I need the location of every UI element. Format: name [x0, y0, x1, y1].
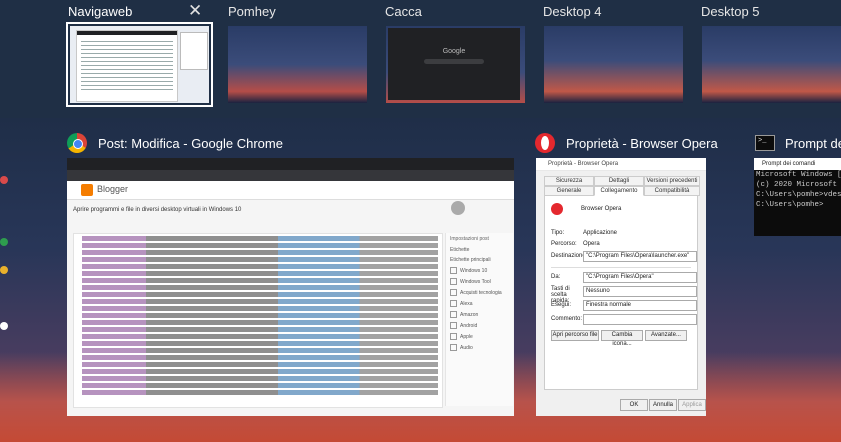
thumb-window	[76, 30, 178, 102]
hotkey-field[interactable]: Nessuno	[583, 286, 697, 297]
desktop-label-1[interactable]: Navigaweb	[68, 4, 132, 19]
cmd-window-title[interactable]: Prompt de	[785, 136, 841, 151]
open-location-button[interactable]: Apri percorso file	[551, 330, 599, 341]
checkbox-icon	[450, 300, 457, 307]
checkbox-icon	[450, 333, 457, 340]
checkbox-icon	[450, 322, 457, 329]
desktop-label-2[interactable]: Pomhey	[228, 4, 276, 19]
html-editor	[73, 233, 443, 408]
settings-title: Impostazioni post	[450, 236, 489, 242]
post-title: Aprire programmi e file in diversi deskt…	[73, 207, 242, 213]
advanced-button[interactable]: Avanzate...	[645, 330, 687, 341]
checkbox-icon	[450, 344, 457, 351]
tab-versioni[interactable]: Versioni precedenti	[644, 176, 700, 186]
desktop-label-3[interactable]: Cacca	[385, 4, 422, 19]
edge-app-icon	[0, 176, 8, 184]
chrome-window-thumbnail[interactable]: Blogger Aprire programmi e file in diver…	[67, 158, 514, 416]
target-label: Destinazione:	[551, 253, 588, 259]
desktop-label-5[interactable]: Desktop 5	[701, 4, 760, 19]
desktop-thumbnail-5[interactable]	[702, 26, 841, 103]
checkbox-icon	[450, 267, 457, 274]
publish-button	[451, 201, 465, 215]
checkbox-icon	[450, 289, 457, 296]
cmd-line: (c) 2020 Microsoft Co	[756, 181, 838, 189]
run-select[interactable]: Finestra normale	[583, 300, 697, 311]
shortcut-panel: Browser Opera Tipo: Applicazione Percors…	[544, 195, 698, 390]
tab-dettagli[interactable]: Dettagli	[594, 176, 644, 186]
label-item: Audio	[446, 342, 513, 353]
label-item: Windows 10	[446, 265, 513, 276]
edge-app-icon	[0, 238, 8, 246]
label-item: Apple	[446, 331, 513, 342]
label-item: Amazon	[446, 309, 513, 320]
desktop-thumbnail-1[interactable]	[66, 22, 213, 107]
edge-app-icon	[0, 322, 8, 330]
virtual-desktop-strip: Navigaweb ✕ Pomhey Cacca Desktop 4 Deskt…	[0, 0, 841, 118]
cancel-button[interactable]: Annulla	[649, 399, 677, 411]
type-value: Applicazione	[583, 230, 618, 236]
dialog-tabs: Sicurezza Dettagli Versioni precedenti G…	[544, 176, 700, 196]
blogger-app-name: Blogger	[97, 184, 129, 194]
run-label: Esegui:	[551, 302, 572, 308]
edge-app-icon	[0, 266, 8, 274]
type-label: Tipo:	[551, 230, 565, 236]
start-in-label: Da:	[551, 274, 561, 280]
opera-app-icon	[551, 203, 563, 215]
thumb-dark-browser: Google	[388, 28, 520, 100]
tab-sicurezza[interactable]: Sicurezza	[544, 176, 594, 186]
location-value: Opera	[583, 241, 600, 247]
labels-section: Etichette	[450, 247, 470, 253]
label-item: Acquisti tecnologia	[446, 287, 513, 298]
chrome-icon	[67, 133, 87, 153]
cmd-icon: >_	[755, 135, 775, 151]
dialog-titlebar: Proprietà - Browser Opera	[536, 158, 706, 171]
desktop-thumbnail-2[interactable]	[228, 26, 367, 103]
opera-props-window-title[interactable]: Proprietà - Browser Opera	[566, 136, 718, 151]
chrome-address-bar	[67, 170, 514, 181]
label-item: Alexa	[446, 298, 513, 309]
shortcut-name: Browser Opera	[581, 206, 622, 212]
comment-field[interactable]	[583, 314, 697, 325]
change-icon-button[interactable]: Cambia icona...	[601, 330, 643, 347]
comment-label: Commento:	[551, 316, 583, 322]
dialog-title: Proprietà - Browser Opera	[548, 161, 619, 167]
label-item: Android	[446, 320, 513, 331]
cmd-line: C:\Users\pomhe>	[756, 201, 824, 209]
cmd-line: Microsoft Windows [Ve	[756, 171, 841, 179]
checkbox-icon	[450, 311, 457, 318]
chrome-tab-bar	[67, 158, 514, 170]
ok-button[interactable]: OK	[620, 399, 648, 411]
cmd-titlebar: Prompt dei comandi	[754, 158, 841, 170]
blogger-logo-icon	[81, 184, 93, 196]
thumb-search-logo: Google	[442, 48, 466, 55]
labels-subsection: Etichette principali	[450, 257, 491, 263]
desktop-thumbnail-4[interactable]	[544, 26, 683, 103]
desktop-label-4[interactable]: Desktop 4	[543, 4, 602, 19]
desktop-thumbnail-3[interactable]: Google	[386, 26, 525, 103]
checkbox-icon	[450, 278, 457, 285]
opera-icon	[535, 133, 555, 153]
cmd-line: C:\Users\pomhe>vdesk	[756, 191, 841, 199]
start-in-field[interactable]: "C:\Program Files\Opera"	[583, 272, 697, 283]
thumb-dialog	[180, 32, 208, 70]
target-field[interactable]: "C:\Program Files\Opera\launcher.exe"	[583, 251, 697, 262]
apply-button[interactable]: Applica	[678, 399, 706, 411]
cmd-window-thumbnail[interactable]: Prompt dei comandi Microsoft Windows [Ve…	[754, 158, 841, 236]
location-label: Percorso:	[551, 241, 577, 247]
post-settings-sidebar: Impostazioni post Etichette Etichette pr…	[445, 233, 513, 406]
chrome-window-title[interactable]: Post: Modifica - Google Chrome	[98, 136, 283, 151]
opera-properties-thumbnail[interactable]: Proprietà - Browser Opera Sicurezza Dett…	[536, 158, 706, 416]
close-desktop-icon[interactable]: ✕	[188, 1, 202, 21]
tab-collegamento[interactable]: Collegamento	[594, 186, 644, 196]
label-item: Windows Tool	[446, 276, 513, 287]
